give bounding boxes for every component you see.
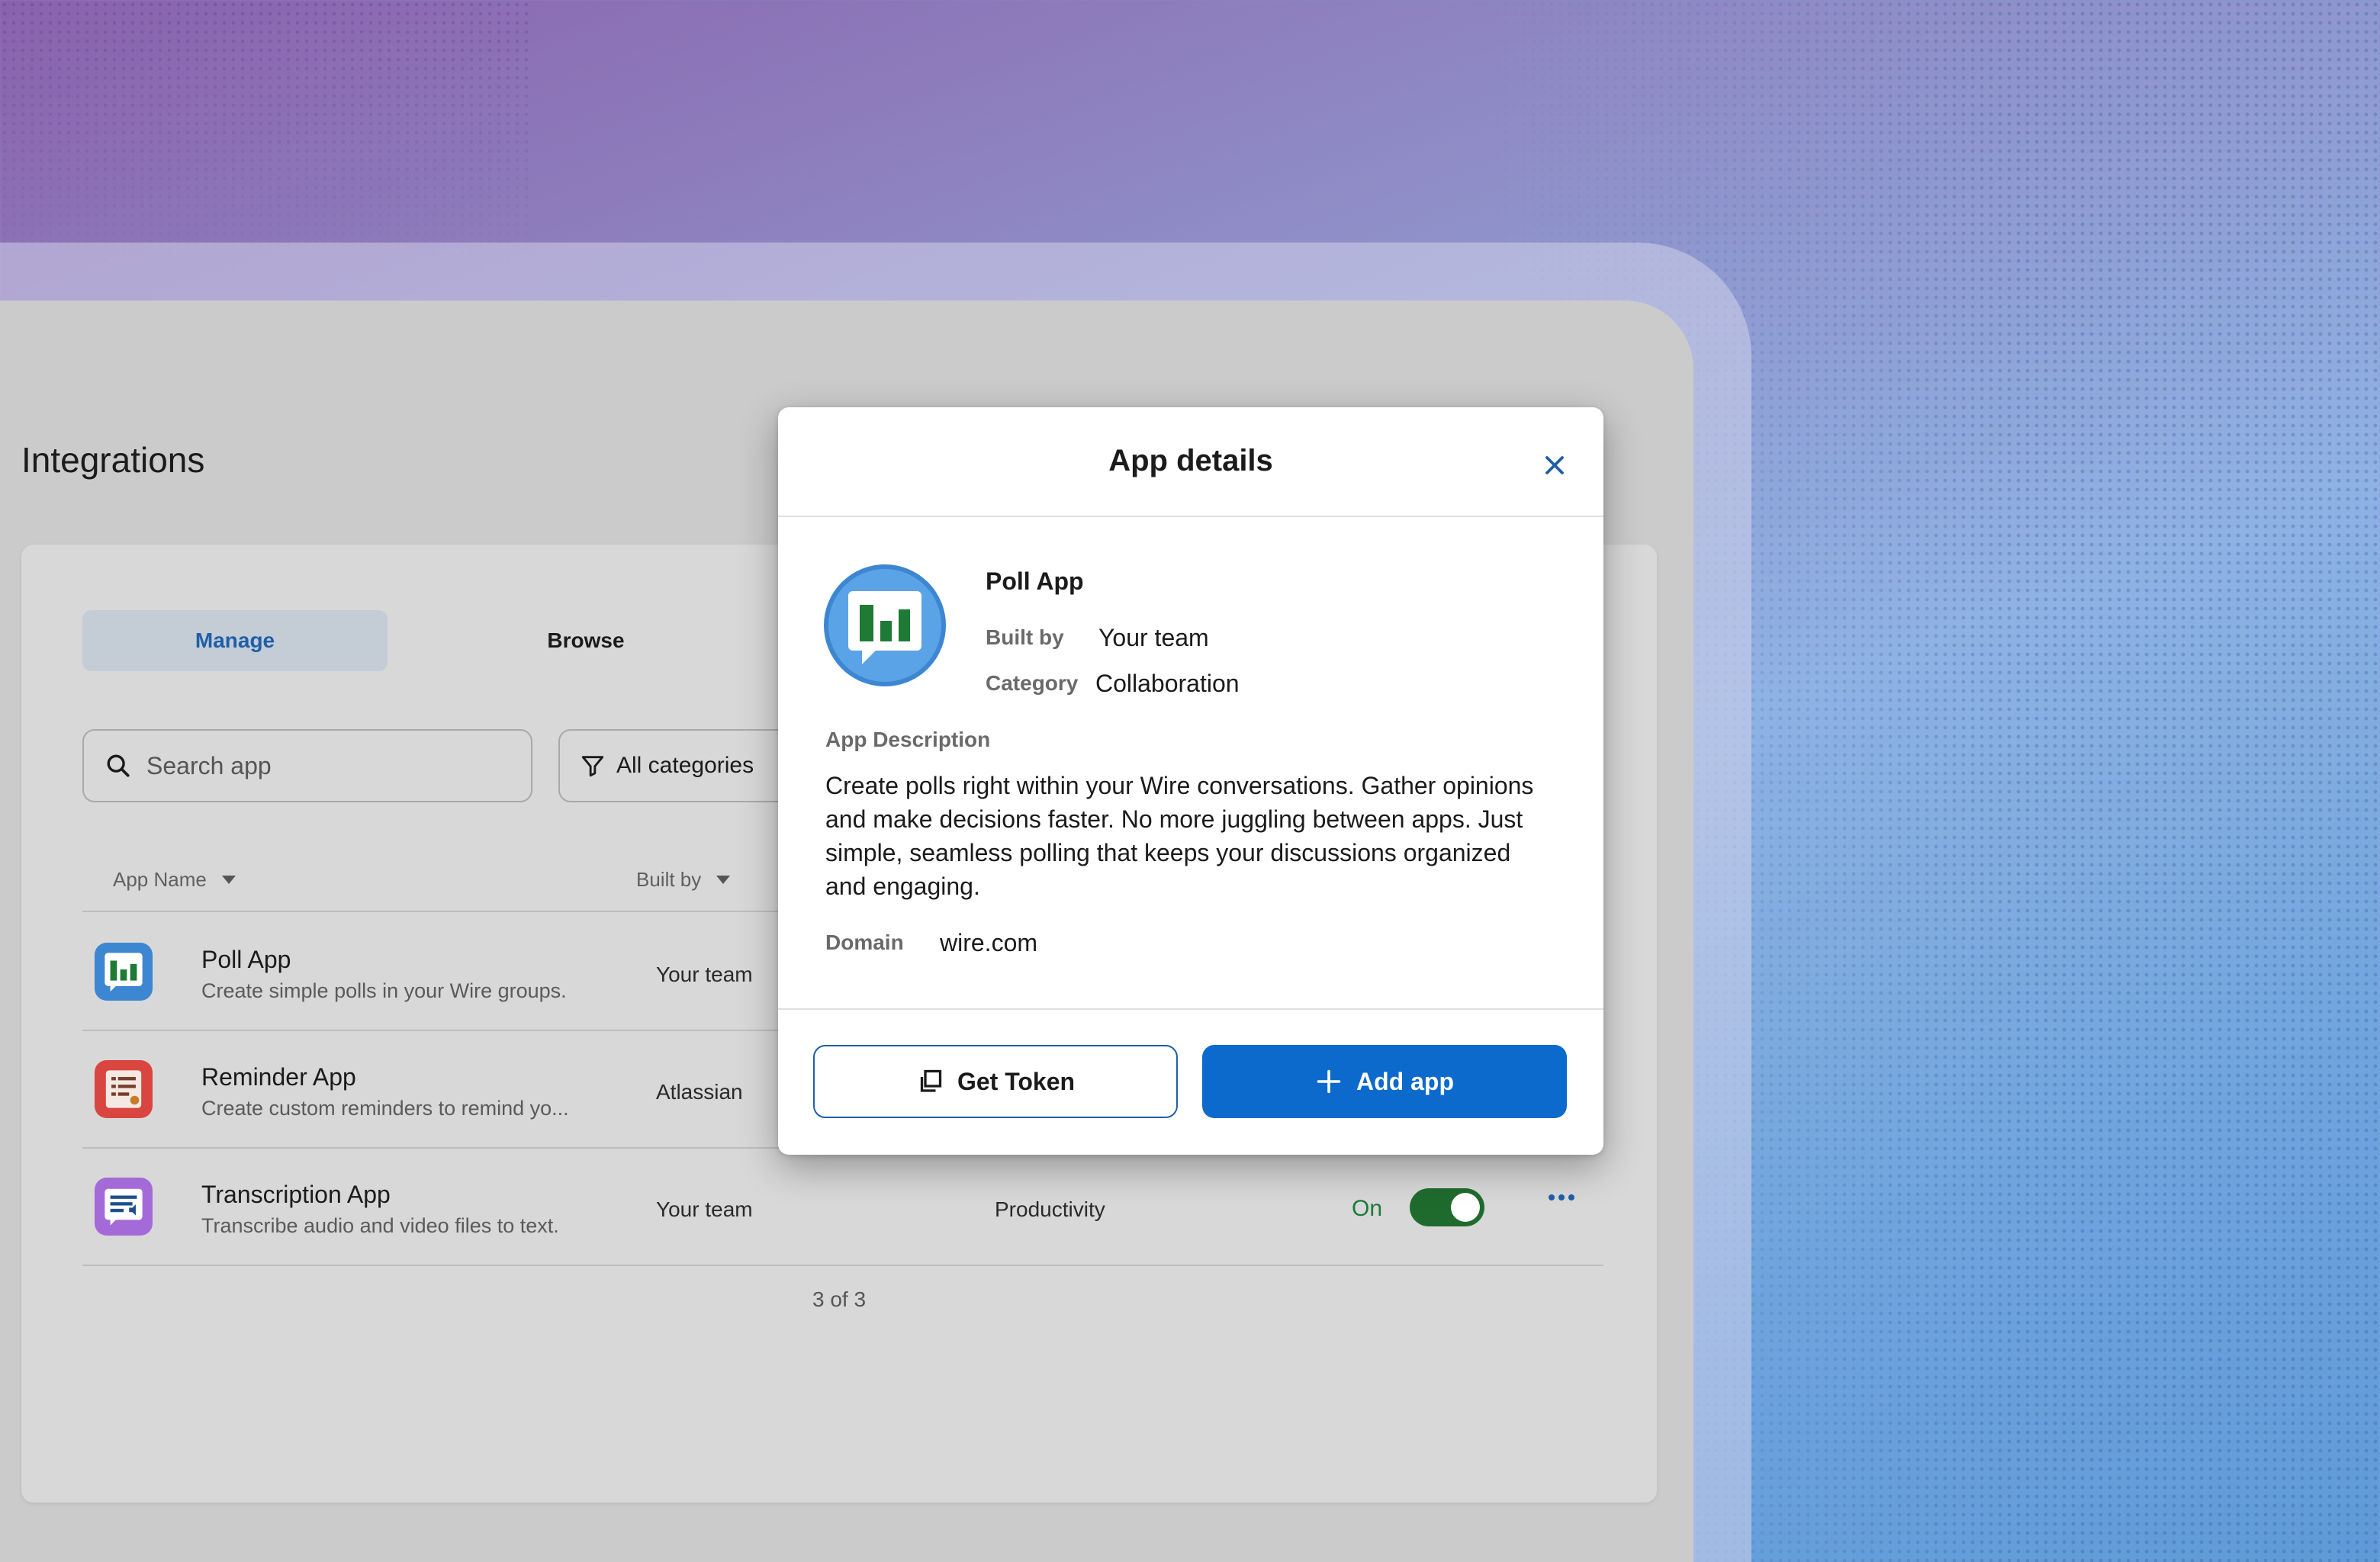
filter-icon <box>581 756 604 777</box>
poll-chart-icon <box>824 564 946 686</box>
domain-value: wire.com <box>940 929 1038 956</box>
app-name: Transcription App <box>201 1181 391 1208</box>
app-description: Create simple polls in your Wire groups. <box>201 979 567 1002</box>
toggle-knob <box>1451 1193 1480 1222</box>
column-header-built-by-label: Built by <box>636 868 702 891</box>
app-description: Create custom reminders to remind yo... <box>201 1097 569 1120</box>
category-value: Collaboration <box>1095 670 1240 697</box>
app-details-modal: App details Poll App Built by Your team … <box>778 407 1603 1155</box>
pagination-count: 3 of 3 <box>812 1287 867 1311</box>
add-app-label: Add app <box>1356 1067 1454 1095</box>
page-title: Integrations <box>21 440 205 480</box>
category-label: Category <box>986 671 1079 695</box>
more-options-icon[interactable] <box>1549 1194 1574 1200</box>
copy-icon <box>920 1069 942 1092</box>
get-token-label: Get Token <box>957 1067 1076 1095</box>
sort-caret-icon <box>221 876 236 884</box>
plus-icon <box>1317 1069 1341 1094</box>
table-row[interactable]: Transcription App Transcribe audio and v… <box>82 1149 1603 1265</box>
app-category: Productivity <box>995 1197 1105 1221</box>
app-name: Poll App <box>201 946 291 973</box>
modal-title: App details <box>1108 444 1273 477</box>
table-divider <box>82 1265 1603 1266</box>
domain-label: Domain <box>825 930 904 954</box>
app-built-by: Atlassian <box>656 1080 743 1104</box>
description-label: App Description <box>825 728 991 751</box>
add-app-button[interactable]: Add app <box>1202 1045 1567 1118</box>
sort-caret-icon <box>716 876 731 884</box>
app-built-by: Your team <box>656 1197 753 1221</box>
transcription-icon <box>95 1178 153 1236</box>
column-header-built-by[interactable]: Built by <box>636 868 731 892</box>
poll-chart-icon <box>95 943 153 1001</box>
app-description-text: Create polls right within your Wire conv… <box>825 772 1534 900</box>
category-filter-label: All categories <box>616 753 754 778</box>
built-by-value: Your team <box>1098 624 1209 651</box>
tab-browse[interactable]: Browse <box>433 610 738 671</box>
search-box[interactable] <box>82 729 532 802</box>
column-header-app-name-label: App Name <box>113 868 207 891</box>
app-built-by: Your team <box>656 963 753 986</box>
search-input[interactable] <box>146 751 513 780</box>
get-token-button[interactable]: Get Token <box>813 1045 1178 1118</box>
modal-app-name: Poll App <box>986 567 1084 595</box>
built-by-label: Built by <box>986 625 1064 649</box>
app-enabled-toggle[interactable] <box>1410 1188 1484 1226</box>
tab-manage[interactable]: Manage <box>82 610 388 671</box>
modal-header: App details <box>778 407 1603 517</box>
status-label: On <box>1352 1196 1383 1221</box>
reminder-list-icon <box>95 1060 153 1118</box>
app-name: Reminder App <box>201 1063 356 1091</box>
close-icon <box>1545 456 1564 474</box>
column-header-app-name[interactable]: App Name <box>113 868 236 892</box>
modal-divider <box>778 1008 1603 1010</box>
app-description: Transcribe audio and video files to text… <box>201 1214 559 1237</box>
search-icon <box>107 754 130 777</box>
close-button[interactable] <box>1538 448 1571 482</box>
